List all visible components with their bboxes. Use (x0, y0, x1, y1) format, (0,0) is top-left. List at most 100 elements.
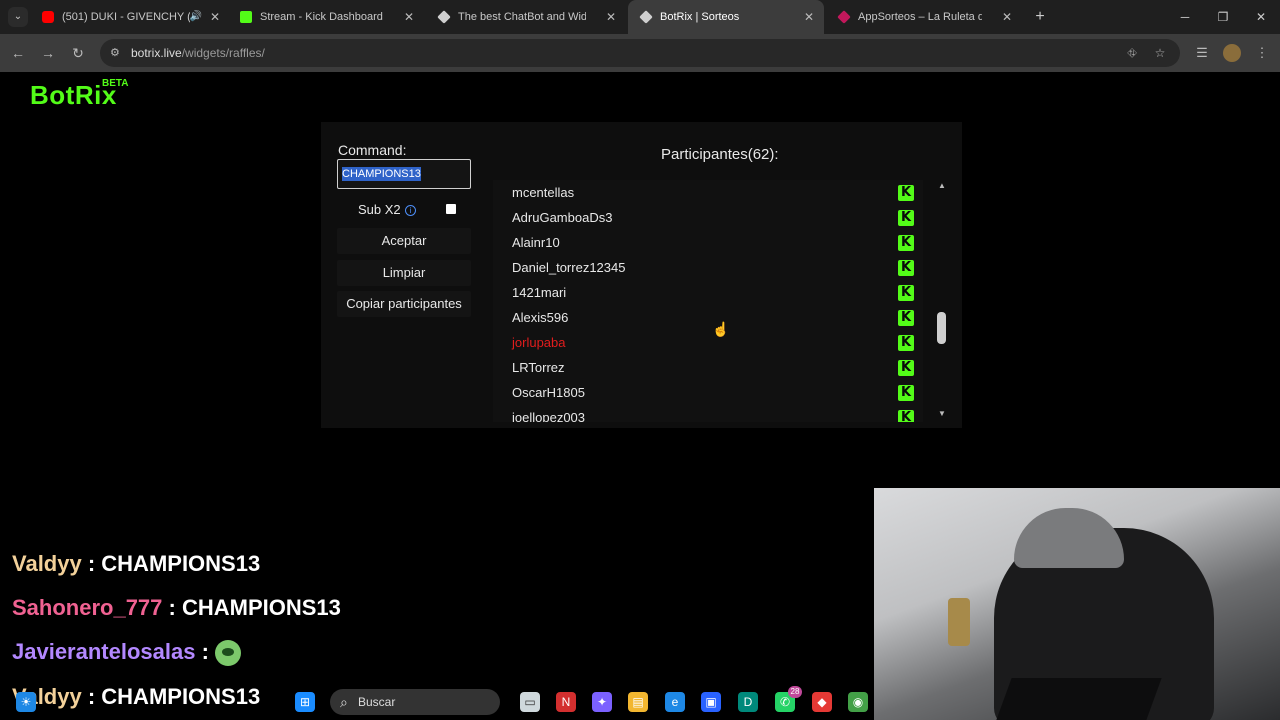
chat-separator: : (162, 595, 182, 620)
participant-name: Alexis596 (512, 310, 569, 325)
command-input[interactable]: CHAMPIONS13 (337, 159, 471, 189)
close-tab-icon[interactable]: ✕ (606, 0, 616, 34)
participant-row[interactable]: jorlupaba K (493, 330, 923, 355)
scrollbar-thumb[interactable] (937, 312, 946, 344)
streamer-cap (1014, 508, 1124, 568)
tab-kick-dashboard[interactable]: Stream - Kick Dashboard ✕ (228, 0, 424, 34)
tab-search-icon[interactable]: ⌄ (8, 7, 28, 27)
participant-row[interactable]: Alainr10 K (493, 230, 923, 255)
chat-separator: : (195, 639, 216, 664)
tab-title: (501) DUKI - GIVENCHY (Vi (62, 11, 190, 23)
participant-name-highlighted: jorlupaba (512, 335, 566, 350)
botrix-favicon-icon (639, 10, 653, 24)
back-icon[interactable]: ← (8, 43, 28, 63)
appsorteos-favicon-icon (837, 10, 851, 24)
info-icon[interactable]: i (405, 205, 416, 216)
kick-icon: K (898, 260, 914, 276)
profile-avatar[interactable] (1223, 44, 1241, 62)
address-bar[interactable]: ⚙ botrix.live/widgets/raffles/ ⛗ ☆ (100, 39, 1180, 67)
app-icon[interactable]: N (556, 692, 576, 712)
trophy-image (948, 598, 970, 646)
window-close-icon[interactable]: ✕ (1242, 0, 1280, 34)
windows-taskbar: ☀ ⊞ Buscar ▭ N ✦ ▤ e ▣ D ✆ ◆ ◉ (0, 684, 874, 720)
participants-title: Participantes(62): (661, 146, 779, 163)
participant-row[interactable]: OscarH1805 K (493, 380, 923, 405)
reading-list-icon[interactable]: ☰ (1192, 43, 1212, 63)
new-tab-icon[interactable]: + (1030, 7, 1050, 27)
browser-toolbar: ← → ↻ ⚙ botrix.live/widgets/raffles/ ⛗ ☆… (0, 34, 1280, 72)
participant-row[interactable]: 1421mari K (493, 280, 923, 305)
site-info-icon[interactable]: ⚙ (110, 46, 124, 60)
command-value: CHAMPIONS13 (342, 167, 421, 181)
tab-appsorteos[interactable]: AppSorteos – La Ruleta de la S ✕ (826, 0, 1022, 34)
tab-botrix-home[interactable]: The best ChatBot and Widgets ✕ (426, 0, 626, 34)
disney-icon[interactable]: D (738, 692, 758, 712)
participant-name: LRTorrez (512, 360, 565, 375)
app-diamond-icon[interactable]: ◆ (812, 692, 832, 712)
scroll-down-arrow-icon[interactable]: ▼ (938, 409, 946, 418)
kick-icon: K (898, 410, 914, 422)
participants-list[interactable]: mcentellas K AdruGamboaDs3 K Alainr10 K Dan… (493, 180, 923, 422)
accept-button[interactable]: Aceptar (337, 228, 471, 254)
close-tab-icon[interactable]: ✕ (1002, 0, 1012, 34)
participant-row[interactable]: Daniel_torrez12345 K (493, 255, 923, 280)
tab-botrix-sorteos[interactable]: BotRix | Sorteos ✕ (628, 0, 824, 34)
participant-name: 1421mari (512, 285, 567, 300)
url-path: /widgets/raffles/ (181, 46, 265, 60)
beta-badge: BETA (102, 78, 129, 89)
start-menu-icon[interactable]: ⊞ (295, 692, 315, 712)
kick-icon: K (898, 285, 914, 301)
chat-text: CHAMPIONS13 (101, 551, 261, 576)
chat-username: Sahonero_777 (12, 595, 163, 620)
whatsapp-badge: 28 (788, 686, 802, 698)
participant-row[interactable]: Alexis596 K (493, 305, 923, 330)
url-text[interactable]: botrix.live/widgets/raffles/ (131, 39, 265, 67)
kick-icon: K (898, 235, 914, 251)
participant-row[interactable]: joellopez003 K (493, 405, 923, 422)
copilot-icon[interactable]: ✦ (592, 692, 612, 712)
edge-icon[interactable]: e (665, 692, 685, 712)
tab-youtube[interactable]: (501) DUKI - GIVENCHY (Vi 🔊 ✕ (30, 0, 230, 34)
participant-row[interactable]: LRTorrez K (493, 355, 923, 380)
task-view-icon[interactable]: ▭ (520, 692, 540, 712)
participant-name: joellopez003 (512, 410, 586, 422)
url-host: botrix.live (131, 46, 182, 60)
raffle-panel: Command: CHAMPIONS13 Sub X2 i Aceptar Li… (321, 122, 962, 428)
webcam-overlay (874, 488, 1280, 720)
participant-row[interactable]: AdruGamboaDs3 K (493, 205, 923, 230)
reload-icon[interactable]: ↻ (68, 43, 88, 63)
clear-button[interactable]: Limpiar (337, 260, 471, 286)
participant-name: Alainr10 (512, 235, 560, 250)
minimize-icon[interactable]: ─ (1166, 0, 1204, 34)
close-tab-icon[interactable]: ✕ (210, 0, 220, 34)
widgets-icon[interactable]: ☀ (16, 692, 36, 712)
sub-x2-checkbox[interactable] (446, 204, 456, 214)
restore-icon[interactable]: ❐ (1204, 0, 1242, 34)
speaker-icon[interactable]: 🔊 (190, 0, 202, 34)
laptop-image (996, 678, 1162, 720)
kick-icon: K (898, 385, 914, 401)
participant-name: AdruGamboaDs3 (512, 210, 613, 225)
command-label: Command: (338, 142, 407, 158)
chat-username: Javierantelosalas (12, 639, 196, 664)
chrome-icon[interactable]: ◉ (848, 692, 868, 712)
forward-icon[interactable]: → (38, 43, 58, 63)
file-explorer-icon[interactable]: ▤ (628, 692, 648, 712)
bookmark-star-icon[interactable]: ☆ (1152, 45, 1168, 61)
tab-title: BotRix | Sorteos (660, 11, 740, 23)
botrix-favicon-icon (437, 10, 451, 24)
close-tab-icon[interactable]: ✕ (404, 0, 414, 34)
scroll-up-arrow-icon[interactable]: ▲ (938, 181, 946, 190)
emote-icon (215, 640, 242, 667)
menu-icon[interactable]: ⋮ (1252, 43, 1272, 63)
chat-username: Valdyy (12, 551, 82, 576)
copy-participants-button[interactable]: Copiar participantes (337, 291, 471, 317)
translate-icon[interactable]: ⛗ (1124, 45, 1140, 61)
taskbar-search-input[interactable]: Buscar (330, 689, 500, 715)
participant-name: OscarH1805 (512, 385, 585, 400)
store-icon[interactable]: ▣ (701, 692, 721, 712)
chat-message: Javierantelosalas : (12, 638, 242, 667)
close-tab-icon[interactable]: ✕ (804, 0, 814, 34)
tab-title: Stream - Kick Dashboard (260, 11, 383, 23)
participant-row[interactable]: mcentellas K (493, 180, 923, 205)
